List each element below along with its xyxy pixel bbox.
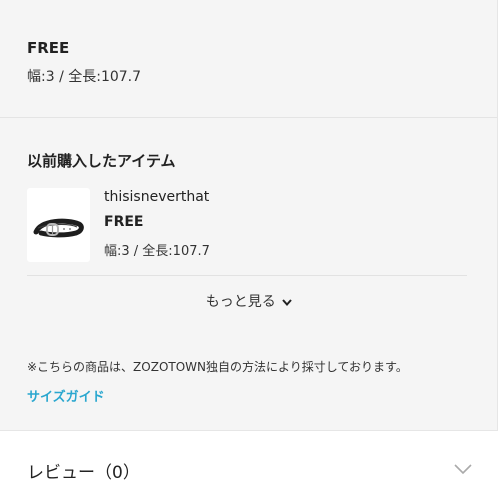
belt-icon [33, 218, 84, 238]
chevron-down-icon [282, 299, 292, 307]
item-size-detail: 幅:3 / 全長:107.7 [104, 244, 210, 259]
past-purchase-item[interactable]: thisisneverthat FREE 幅:3 / 全長:107.7 [27, 185, 467, 265]
current-size-block: FREE 幅:3 / 全長:107.7 [0, 0, 498, 118]
item-brand: thisisneverthat [104, 189, 210, 205]
chevron-down-icon [454, 464, 472, 475]
show-more-label: もっと見る [205, 294, 276, 310]
item-thumbnail[interactable] [27, 188, 90, 262]
size-guide-link[interactable]: サイズガイド [27, 386, 105, 405]
past-purchases-title: 以前購入したアイテム [27, 152, 176, 170]
item-size-name: FREE [104, 214, 144, 230]
review-label: レビュー（0） [27, 463, 140, 483]
size-section: FREE 幅:3 / 全長:107.7 以前購入したアイテム thisisnev… [0, 0, 498, 498]
size-name: FREE [27, 39, 70, 57]
divider [27, 275, 467, 276]
size-detail: 幅:3 / 全長:107.7 [27, 69, 142, 85]
show-more-button[interactable]: もっと見る [0, 291, 498, 311]
measurement-note: ※こちらの商品は、ZOZOTOWN独自の方法により採寸しております。 [27, 360, 408, 374]
review-accordion[interactable]: レビュー（0） [0, 430, 498, 498]
